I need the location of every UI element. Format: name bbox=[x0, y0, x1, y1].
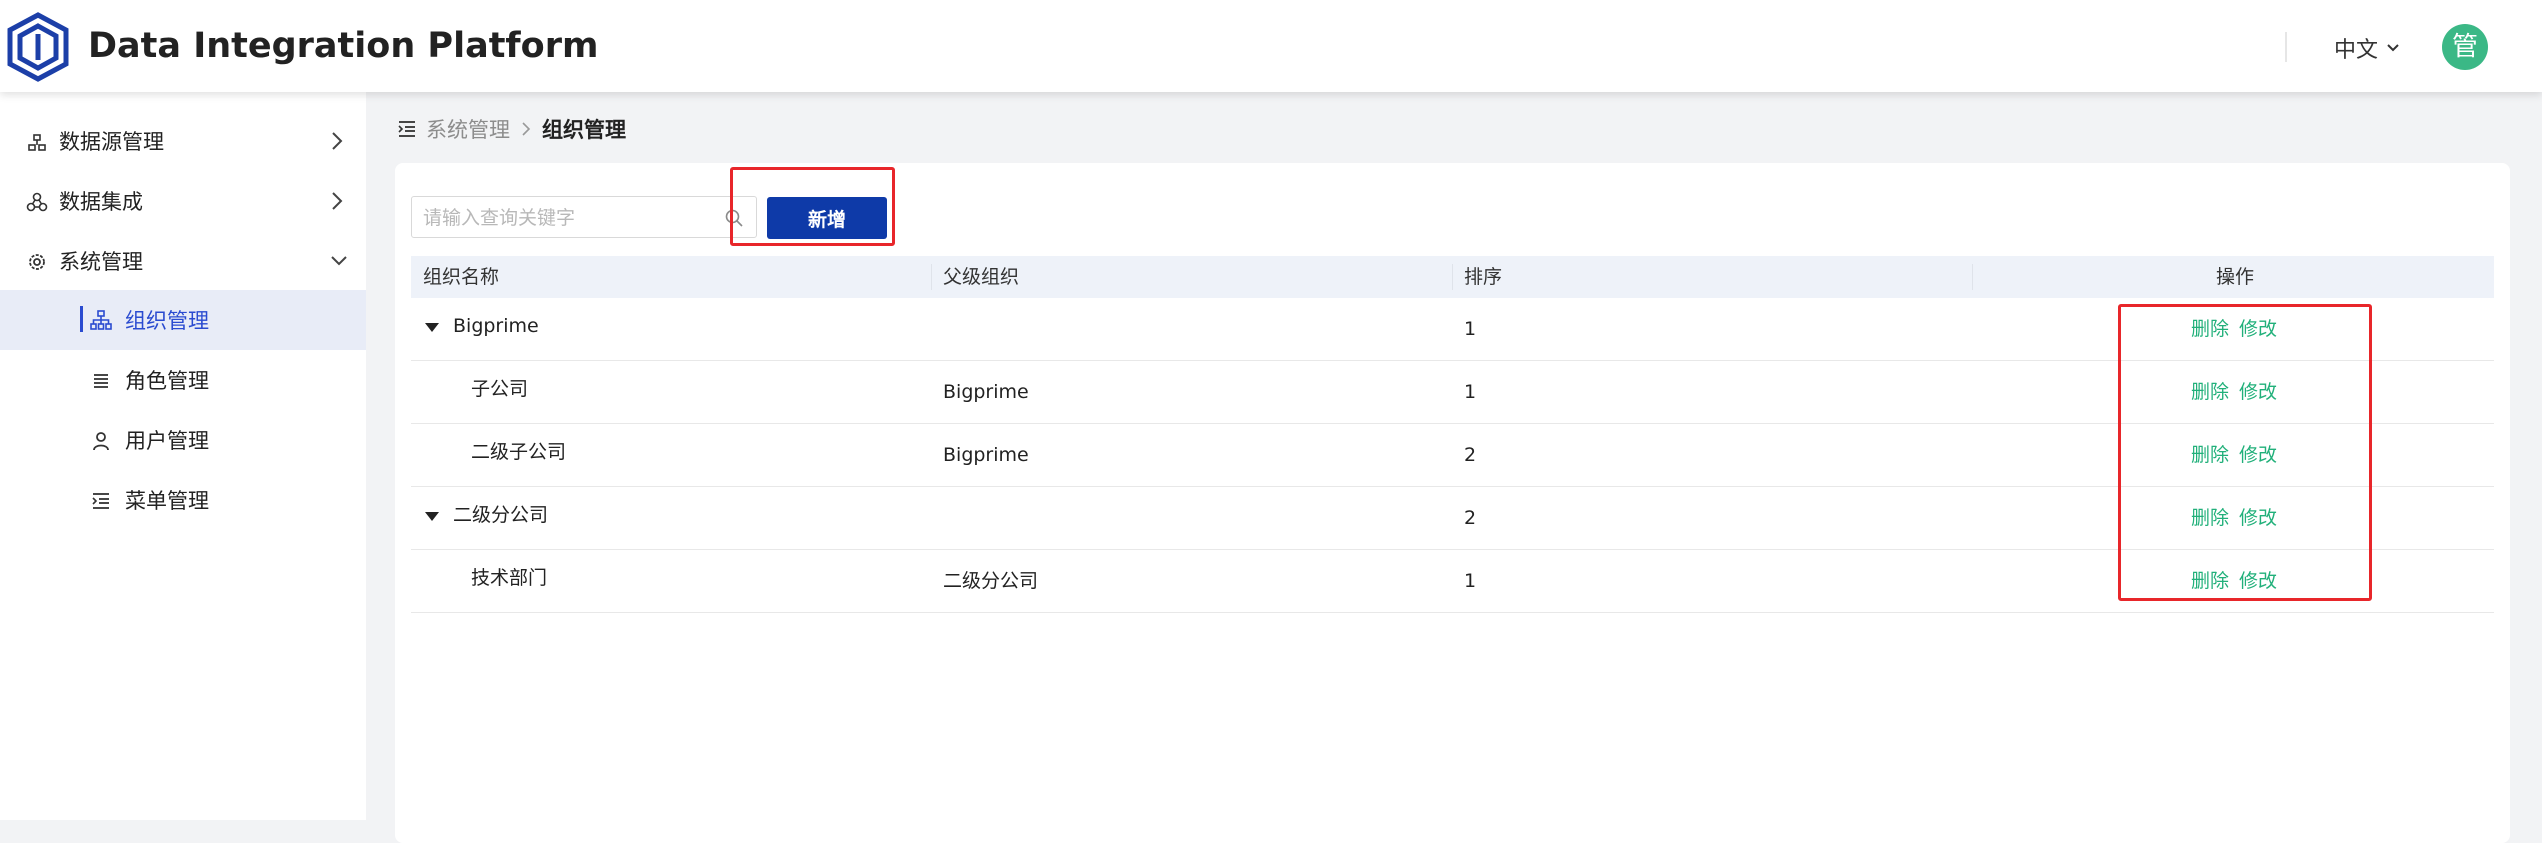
chevron-down-icon bbox=[331, 256, 347, 266]
cell-org-name: 二级子公司 bbox=[471, 441, 567, 463]
column-header-name: 组织名称 bbox=[423, 266, 500, 288]
gear-icon bbox=[29, 254, 45, 270]
cell-order: 1 bbox=[1464, 381, 1477, 403]
sidebar-item-label: 数据源管理 bbox=[59, 130, 164, 154]
delete-link[interactable]: 删除 bbox=[2191, 361, 2229, 423]
table-row: 子公司 Bigprime 1 删除 修改 bbox=[411, 361, 2494, 424]
cell-parent: 二级分公司 bbox=[943, 570, 1039, 592]
menu-fold-icon[interactable] bbox=[398, 120, 416, 138]
cell-org-name: 二级分公司 bbox=[453, 504, 549, 526]
breadcrumb: 系统管理 组织管理 bbox=[398, 114, 626, 144]
row-actions: 删除 修改 bbox=[2191, 550, 2277, 612]
sidebar-item-system[interactable]: 系统管理 bbox=[0, 232, 366, 290]
cell-parent: Bigprime bbox=[943, 444, 1029, 466]
user-icon bbox=[93, 432, 109, 451]
sidebar-item-user[interactable]: 用户管理 bbox=[0, 411, 366, 469]
table-header: 组织名称 父级组织 排序 操作 bbox=[411, 256, 2494, 298]
search-input[interactable] bbox=[412, 197, 725, 239]
active-indicator bbox=[80, 306, 83, 332]
add-button[interactable]: 新增 bbox=[767, 197, 887, 239]
caret-down-icon[interactable] bbox=[425, 323, 439, 333]
sidebar-item-label: 系统管理 bbox=[59, 250, 143, 274]
delete-link[interactable]: 删除 bbox=[2191, 298, 2229, 360]
edit-link[interactable]: 修改 bbox=[2239, 550, 2277, 612]
edit-link[interactable]: 修改 bbox=[2239, 298, 2277, 360]
cell-order: 1 bbox=[1464, 570, 1477, 592]
table-row: Bigprime 1 删除 修改 bbox=[411, 298, 2494, 361]
cell-org-name: 技术部门 bbox=[471, 567, 548, 589]
sidebar-item-label: 菜单管理 bbox=[125, 489, 209, 513]
sidebar-item-org[interactable]: 组织管理 bbox=[0, 290, 366, 350]
user-avatar[interactable]: 管 bbox=[2442, 24, 2488, 70]
cell-org-name: 子公司 bbox=[471, 378, 529, 400]
delete-link[interactable]: 删除 bbox=[2191, 424, 2229, 486]
language-label: 中文 bbox=[2334, 38, 2379, 63]
cell-order: 2 bbox=[1464, 507, 1477, 529]
row-actions: 删除 修改 bbox=[2191, 487, 2277, 549]
list-icon bbox=[94, 374, 108, 388]
cell-order: 1 bbox=[1464, 318, 1477, 340]
column-header-parent: 父级组织 bbox=[943, 266, 1020, 288]
org-table: 组织名称 父级组织 排序 操作 Bigprime 1 删除 修改 子公司 Big… bbox=[411, 256, 2494, 613]
menu-indent-icon bbox=[92, 493, 109, 509]
sidebar: 数据源管理 数据集成 系统管理 组织管理 角色管理 用户管理 菜单管理 bbox=[0, 92, 366, 820]
edit-link[interactable]: 修改 bbox=[2239, 487, 2277, 549]
column-header-actions: 操作 bbox=[2216, 266, 2255, 288]
chevron-right-icon bbox=[332, 132, 343, 150]
datasource-icon bbox=[28, 134, 46, 151]
header-divider bbox=[2285, 32, 2287, 62]
sidebar-item-label: 用户管理 bbox=[125, 429, 209, 453]
caret-down-icon[interactable] bbox=[425, 512, 439, 522]
chevron-down-icon bbox=[2387, 44, 2399, 52]
breadcrumb-current: 组织管理 bbox=[542, 118, 626, 142]
table-row: 二级分公司 2 删除 修改 bbox=[411, 487, 2494, 550]
sidebar-item-integration[interactable]: 数据集成 bbox=[0, 172, 366, 230]
table-row: 技术部门 二级分公司 1 删除 修改 bbox=[411, 550, 2494, 613]
language-switcher[interactable]: 中文 bbox=[2334, 32, 2400, 64]
top-header: Data Integration Platform 中文 管 bbox=[0, 0, 2542, 92]
column-divider bbox=[1972, 264, 1973, 290]
integration-icon bbox=[26, 192, 48, 212]
search-icon[interactable] bbox=[724, 208, 744, 228]
cell-parent: Bigprime bbox=[943, 381, 1029, 403]
sidebar-item-role[interactable]: 角色管理 bbox=[0, 351, 366, 409]
search-field[interactable] bbox=[411, 196, 757, 239]
row-actions: 删除 修改 bbox=[2191, 298, 2277, 360]
sidebar-item-label: 组织管理 bbox=[125, 309, 209, 333]
delete-link[interactable]: 删除 bbox=[2191, 487, 2229, 549]
column-header-order: 排序 bbox=[1464, 266, 1503, 288]
platform-logo-icon bbox=[7, 12, 69, 82]
chevron-right-icon bbox=[332, 192, 343, 210]
sidebar-item-datasource[interactable]: 数据源管理 bbox=[0, 112, 366, 170]
column-divider bbox=[1452, 264, 1453, 290]
row-actions: 删除 修改 bbox=[2191, 361, 2277, 423]
sidebar-item-menu[interactable]: 菜单管理 bbox=[0, 471, 366, 529]
app-title: Data Integration Platform bbox=[88, 26, 599, 66]
delete-link[interactable]: 删除 bbox=[2191, 550, 2229, 612]
row-actions: 删除 修改 bbox=[2191, 424, 2277, 486]
column-divider bbox=[931, 264, 932, 290]
cell-order: 2 bbox=[1464, 444, 1477, 466]
breadcrumb-parent[interactable]: 系统管理 bbox=[426, 114, 510, 144]
table-row: 二级子公司 Bigprime 2 删除 修改 bbox=[411, 424, 2494, 487]
org-tree-icon bbox=[90, 310, 112, 330]
sidebar-item-label: 角色管理 bbox=[125, 369, 209, 393]
edit-link[interactable]: 修改 bbox=[2239, 424, 2277, 486]
sidebar-item-label: 数据集成 bbox=[59, 190, 143, 214]
breadcrumb-separator-icon bbox=[522, 122, 531, 136]
cell-org-name: Bigprime bbox=[453, 315, 539, 337]
edit-link[interactable]: 修改 bbox=[2239, 361, 2277, 423]
